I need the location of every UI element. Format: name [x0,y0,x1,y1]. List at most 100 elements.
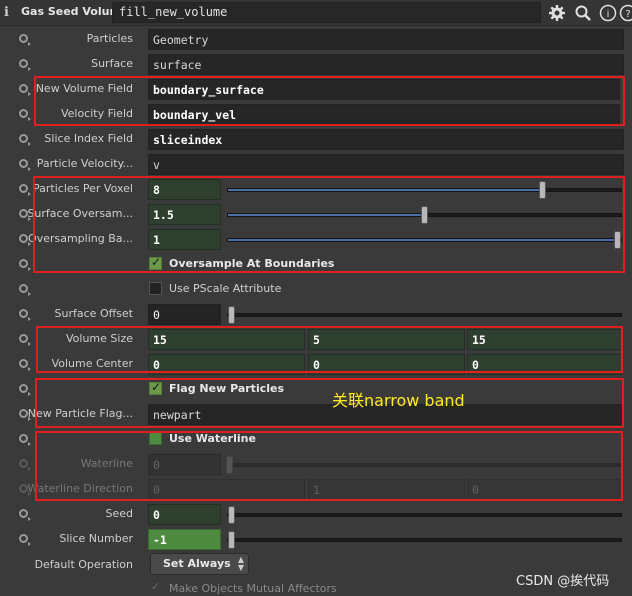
waterline-direction-z: 0 [467,479,622,500]
watermark-text: CSDN @挨代码 [516,574,610,589]
velocity-field-input[interactable]: boundary_vel [148,104,620,125]
slice-index-field-input[interactable]: sliceindex [148,129,624,150]
oversampling-bandwidth-slider[interactable] [227,231,622,249]
slider-fill [228,214,421,216]
default-operation-dropdown[interactable]: Set Always ▲ ▼ [150,553,249,575]
param-label: Seed [105,507,134,520]
dropdown-value: Set Always [163,557,231,570]
surface-offset-input[interactable]: 0 [148,304,221,325]
keyframe-icon[interactable] [19,384,31,396]
row-particle-velocity: Particle Velocity... v [0,152,632,176]
keyframe-icon[interactable] [19,59,31,71]
volume-center-z[interactable]: 0 [467,354,622,375]
keyframe-icon[interactable] [19,309,31,321]
oversampling-bandwidth-input[interactable]: 1 [148,229,221,250]
param-label: Waterline Direction [27,482,133,495]
param-label: Volume Size [66,332,133,345]
keyframe-icon[interactable] [19,134,31,146]
waterline-direction-y: 1 [308,479,465,500]
keyframe-icon[interactable] [19,84,31,96]
row-surface-offset: Surface Offset 0 [0,302,632,326]
keyframe-icon[interactable] [19,159,31,171]
keyframe-icon [19,459,31,471]
checkbox-label: Make Objects Mutual Affectors [169,582,337,595]
row-surface-oversampling: Surface Oversam... 1.5 [0,202,632,226]
annotation-text: 关联narrow band [332,391,465,410]
help-icon[interactable]: i [597,2,619,23]
particles-per-voxel-input[interactable]: 8 [148,179,221,200]
use-waterline-checkbox[interactable] [149,432,162,445]
param-label: Slice Index Field [44,132,133,145]
checkmark-icon: ✓ [151,255,162,269]
slider-fill [228,189,539,191]
param-label: Oversampling Ba... [28,232,133,245]
checkbox-label: Use PScale Attribute [169,282,282,295]
keyframe-icon[interactable] [19,184,31,196]
seed-slider[interactable] [227,506,622,524]
row-velocity-field: Velocity Field boundary_vel [0,102,632,126]
use-pscale-checkbox[interactable] [149,282,162,295]
checkmark-icon[interactable]: ✓ [151,580,160,593]
slice-number-input[interactable]: -1 [148,529,221,550]
search-icon[interactable] [572,2,594,23]
param-label: Slice Number [59,532,133,545]
param-label: Particles Per Voxel [33,182,133,195]
surface-field[interactable]: surface [148,54,624,75]
keyframe-icon[interactable] [19,234,31,246]
keyframe-icon[interactable] [19,34,31,46]
row-use-waterline: Use Waterline [0,427,632,451]
node-name-field[interactable]: fill_new_volume [112,2,541,23]
row-flag-new-particles: ✓ Flag New Particles [0,377,632,401]
surface-offset-slider[interactable] [227,306,622,324]
keyframe-icon[interactable] [19,434,31,446]
keyframe-icon[interactable] [19,359,31,371]
particles-field[interactable]: Geometry [148,29,624,50]
slider-handle[interactable] [228,531,235,549]
seed-input[interactable]: 0 [148,504,221,525]
param-label: Particle Velocity... [36,157,133,170]
row-oversampling-bandwidth: Oversampling Ba... 1 [0,227,632,251]
keyframe-icon[interactable] [19,109,31,121]
volume-size-x[interactable]: 15 [148,329,305,350]
row-new-volume-field: New Volume Field boundary_surface [0,77,632,101]
param-label: Particles [86,32,133,45]
keyframe-icon[interactable] [19,259,31,271]
keyframe-icon[interactable] [19,509,31,521]
slider-handle[interactable] [228,506,235,524]
volume-center-y[interactable]: 0 [308,354,465,375]
particles-per-voxel-slider[interactable] [227,181,622,199]
volume-size-y[interactable]: 5 [308,329,465,350]
slider-handle[interactable] [538,181,546,199]
checkmark-icon: ✓ [151,380,162,394]
param-label: New Particle Flag... [27,407,133,420]
slider-handle[interactable] [228,306,235,324]
row-waterline: Waterline 0 [0,452,632,476]
slider-handle[interactable] [614,231,621,249]
row-oversample-at-boundaries: ✓ Oversample At Boundaries [0,252,632,276]
particle-velocity-input[interactable]: v [148,154,624,175]
keyframe-icon[interactable] [19,409,31,421]
volume-size-z[interactable]: 15 [467,329,622,350]
keyframe-icon[interactable] [19,284,31,296]
param-label: Default Operation [34,558,133,571]
info-icon[interactable]: ℹ [4,5,12,21]
volume-center-x[interactable]: 0 [148,354,305,375]
keyframe-icon[interactable] [19,334,31,346]
question-icon[interactable]: ? [619,2,632,23]
row-seed: Seed 0 [0,502,632,526]
slice-number-slider[interactable] [227,531,622,549]
gear-icon[interactable] [546,2,568,23]
row-use-pscale: Use PScale Attribute [0,277,632,301]
flag-new-particles-checkbox[interactable]: ✓ [149,380,162,395]
updown-arrow-icon: ▲ ▼ [237,555,244,572]
surface-oversampling-input[interactable]: 1.5 [148,204,221,225]
param-label: Volume Center [51,357,133,370]
oversample-at-boundaries-checkbox[interactable]: ✓ [149,255,162,270]
param-label: Waterline [80,457,133,470]
row-volume-size: Volume Size 15 5 15 [0,327,632,351]
keyframe-icon[interactable] [19,534,31,546]
surface-oversampling-slider[interactable] [227,206,622,224]
waterline-slider [226,456,622,474]
new-volume-field-input[interactable]: boundary_surface [148,79,620,100]
slider-handle[interactable] [421,206,428,224]
